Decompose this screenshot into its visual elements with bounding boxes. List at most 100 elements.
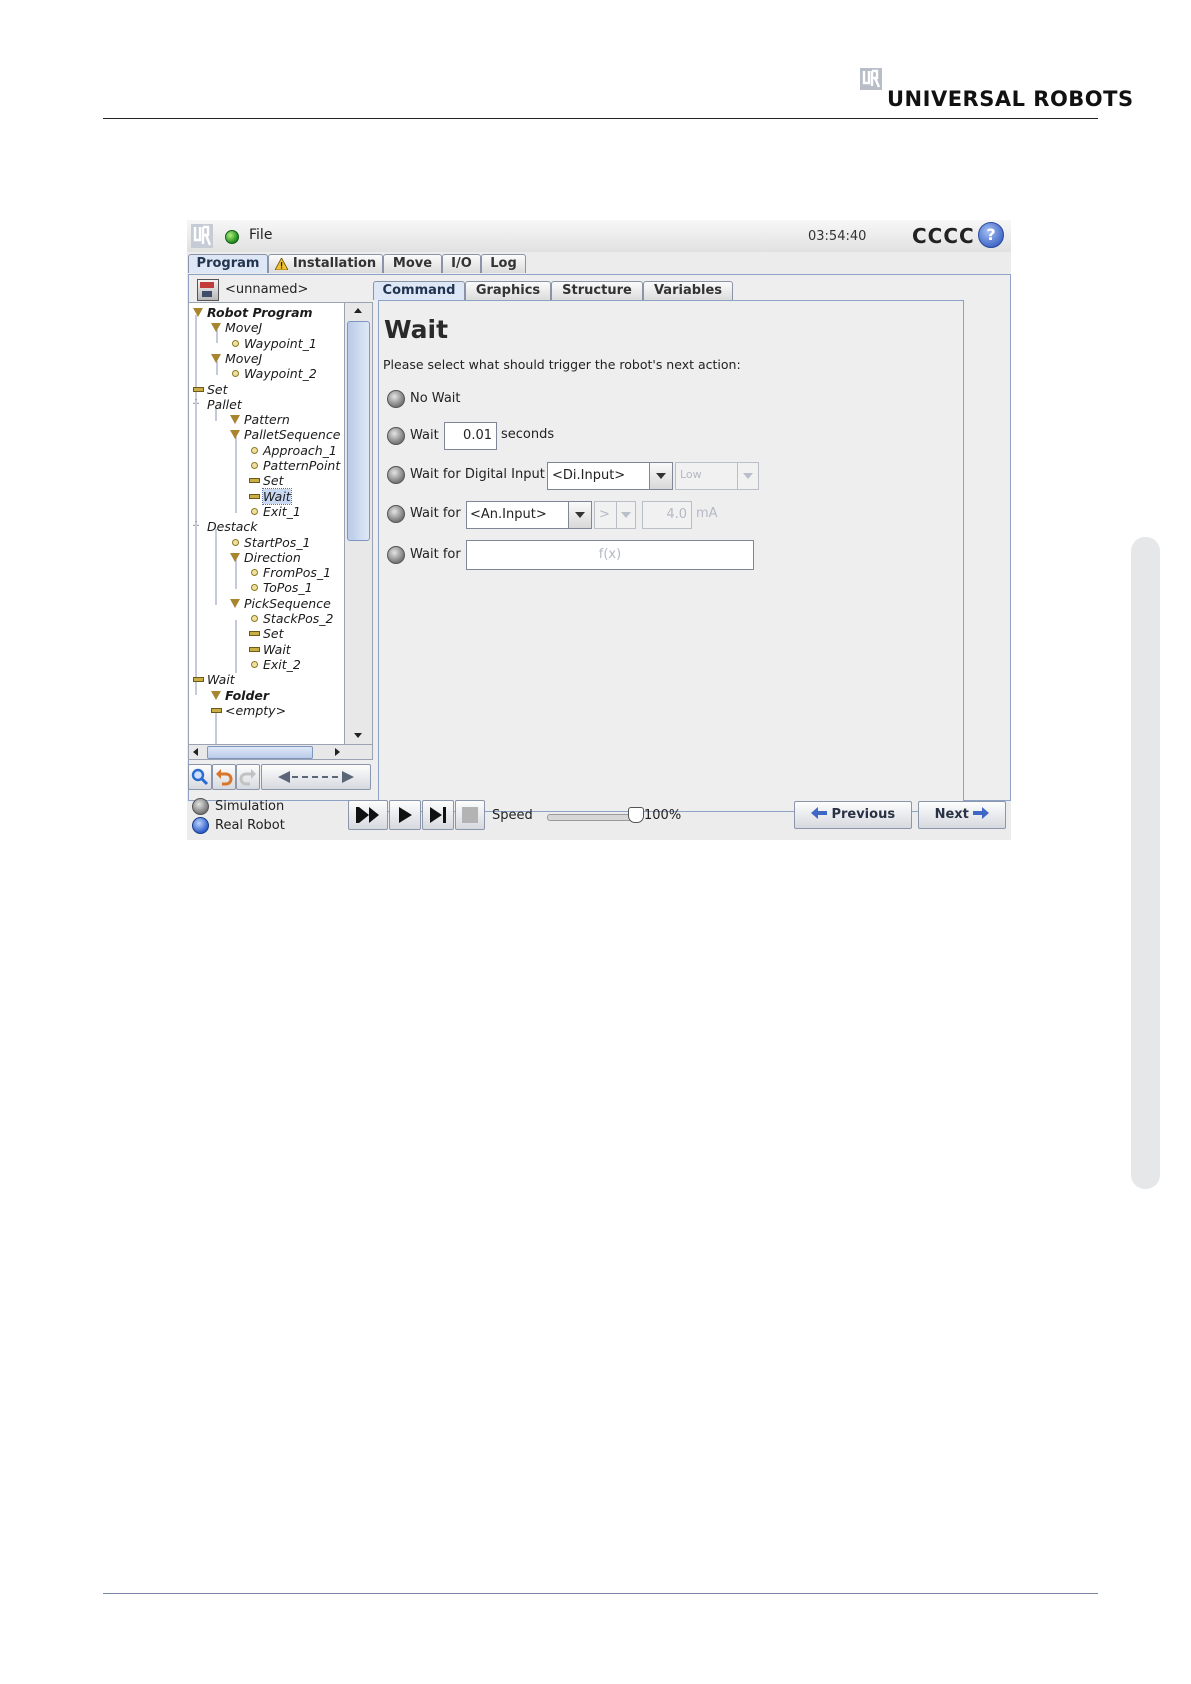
tree-node-label: Direction [244,549,301,565]
label-wait: Wait [410,428,439,443]
tree-node-label: Destack [207,519,258,535]
tree-node[interactable]: StackPos_2 [263,611,334,626]
save-program-icon[interactable] [197,279,219,301]
pallet-icon: ∴ [193,519,200,531]
waypoint-icon [251,462,258,469]
tree-node[interactable]: Set [207,382,228,397]
analog-operator-select: > [594,501,636,529]
tab-log[interactable]: Log [481,254,526,273]
tree-node[interactable]: PickSequence [244,596,331,611]
analog-value: 4.0 [666,507,687,522]
tree-node[interactable]: Set [263,626,284,641]
expand-collapse-arrows-icon[interactable] [261,764,371,790]
scroll-down-icon[interactable] [354,733,362,738]
tree-horizontal-scrollbar[interactable] [188,744,373,760]
tab-installation[interactable]: Installation [268,254,383,273]
tree-node[interactable]: Pattern [244,412,290,427]
program-tree[interactable]: Robot Program MoveJ Waypoint_1 MoveJ Waypoin… [188,302,346,746]
tab-variables[interactable]: Variables [643,281,733,300]
digital-input-select[interactable]: <Di.Input> [547,462,673,490]
tab-graphics[interactable]: Graphics [465,281,551,300]
tree-node[interactable]: Robot Program [207,305,313,320]
file-menu[interactable]: File [249,227,272,243]
label-real-robot: Real Robot [215,818,285,833]
folder-triangle-icon [193,308,203,317]
previous-button[interactable]: Previous [794,801,912,829]
tab-command[interactable]: Command [373,281,465,300]
tree-node[interactable]: Waypoint_1 [244,336,317,351]
radio-analog-input[interactable] [387,505,405,523]
scroll-h-thumb[interactable] [207,746,313,759]
wait-seconds-input[interactable]: 0.01 [444,422,497,450]
brand-wordmark: UNIVERSAL ROBOTS [887,87,1134,111]
rewind-button[interactable] [348,800,388,830]
tab-io[interactable]: I/O [442,254,481,273]
chevron-down-icon [656,473,666,479]
play-button[interactable] [389,800,421,830]
folder-triangle-icon [230,415,240,425]
tree-node-label: ToPos_1 [263,580,313,596]
stop-button[interactable] [455,800,485,830]
tree-node[interactable]: Set [263,473,284,488]
tree-node[interactable]: Pallet [207,397,242,412]
tree-node[interactable]: ToPos_1 [263,580,313,595]
command-bar-icon [249,478,260,484]
tree-node[interactable]: MoveJ [225,320,262,335]
tree-node[interactable]: Exit_1 [263,504,301,519]
tree-node[interactable]: Destack [207,519,258,534]
analog-input-select[interactable]: <An.Input> [466,501,592,529]
next-button[interactable]: Next [918,801,1006,829]
tree-node[interactable]: MoveJ [225,351,262,366]
scroll-thumb[interactable] [347,321,370,541]
tree-vertical-scrollbar[interactable] [344,302,373,746]
tree-node-label: Waypoint_2 [244,366,317,382]
redo-icon[interactable] [236,764,260,790]
radio-digital-input[interactable] [387,466,405,484]
search-icon[interactable] [188,764,212,790]
scroll-right-icon[interactable] [335,748,340,756]
tree-node[interactable]: Wait [262,487,292,505]
tree-node[interactable]: Approach_1 [263,443,337,458]
speed-slider[interactable] [547,814,641,821]
tree-node[interactable]: FromPos_1 [263,565,331,580]
waypoint-icon [232,339,239,347]
waypoint-icon [232,538,239,546]
tree-node[interactable]: Wait [263,642,291,657]
radio-no-wait[interactable] [387,390,405,408]
tree-node-label: MoveJ [225,350,263,366]
digital-level-select: Low [675,462,759,490]
waypoint-icon [251,446,258,454]
radio-real-robot[interactable] [192,817,209,834]
step-button[interactable] [422,800,454,830]
tab-program[interactable]: Program [188,254,268,273]
help-icon[interactable]: ? [978,222,1004,248]
command-bar-icon [249,646,260,652]
analog-operator-value: > [599,507,610,522]
arrow-left-icon [810,807,827,819]
radio-wait-seconds[interactable] [387,427,405,445]
scroll-left-icon[interactable] [193,748,198,756]
tab-move[interactable]: Move [383,254,442,273]
speed-slider-handle[interactable] [628,807,644,823]
tree-node[interactable]: Exit_2 [263,657,301,672]
tree-node[interactable]: StartPos_1 [244,535,310,550]
expression-input[interactable]: f(x) [466,540,754,570]
analog-unit: mA [696,506,718,521]
tree-node[interactable]: Waypoint_2 [244,366,317,381]
robot-status-icon [225,230,239,244]
scroll-up-icon[interactable] [354,308,362,313]
program-name: <unnamed> [225,282,309,297]
tree-node-label: Wait [262,487,292,505]
tab-installation-label: Installation [292,256,377,271]
tree-node[interactable]: PatternPoint [263,458,340,473]
radio-expression[interactable] [387,546,405,564]
undo-icon[interactable] [212,764,236,790]
folder-triangle-icon [230,552,240,562]
tree-node[interactable]: Wait [207,672,235,687]
tree-node[interactable]: PalletSequence [244,427,340,442]
tree-node[interactable]: Folder [225,688,269,703]
tree-node[interactable]: <empty> [225,703,286,718]
tree-node[interactable]: Direction [244,550,301,565]
tab-structure[interactable]: Structure [551,281,643,300]
radio-simulation[interactable] [192,798,209,815]
